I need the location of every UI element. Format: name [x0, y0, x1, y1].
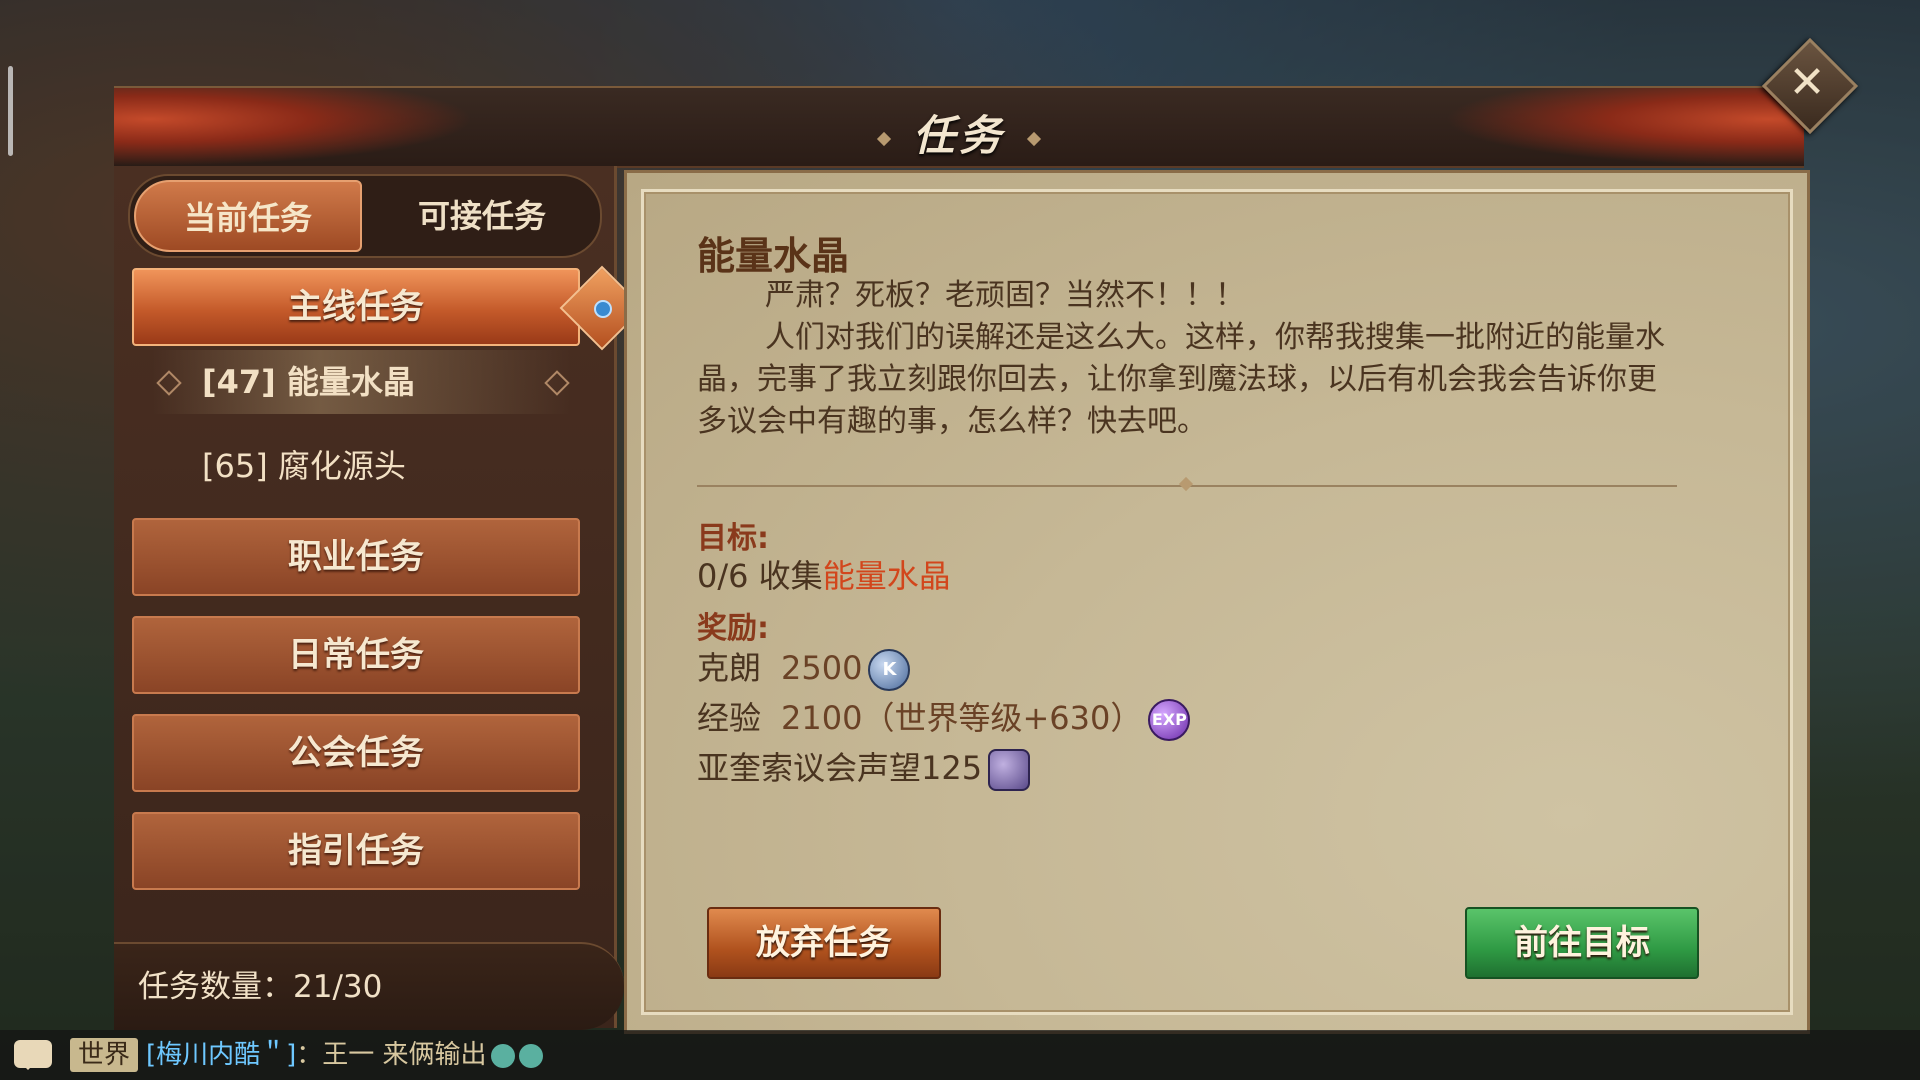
reward-value: 125	[921, 749, 983, 787]
objective-progress: 0/6 收集	[697, 557, 823, 595]
quest-description: 严肃？死板？老顽固？当然不！！！ 人们对我们的误解还是这么大。这样，你帮我搜集一…	[697, 275, 1677, 443]
close-icon[interactable]: ✕	[1776, 52, 1838, 114]
title-diamond-right-icon	[1026, 131, 1042, 146]
tab-available-quests[interactable]: 可接任务	[368, 180, 596, 252]
emote-icon	[518, 1043, 543, 1068]
quest-item-energy-crystal[interactable]: [47] 能量水晶	[152, 350, 572, 414]
quest-item-corruption-source[interactable]: [65] 腐化源头	[152, 434, 572, 498]
goto-target-button[interactable]: 前往目标	[1465, 907, 1699, 979]
reward-value: 2500	[781, 649, 863, 687]
tab-bar: 当前任务 可接任务	[128, 174, 602, 258]
reward-reputation: 亚奎索议会声望125	[697, 743, 1031, 791]
chat-channel-badge: 世界	[70, 1038, 139, 1072]
category-guild-quests[interactable]: 公会任务	[132, 714, 580, 792]
chat-bubble-icon[interactable]	[14, 1040, 52, 1070]
krona-coin-icon: K	[868, 649, 911, 691]
reward-krona: 克朗 2500 K	[697, 643, 911, 691]
quest-item-label: [47] 能量水晶	[202, 363, 415, 401]
title-bar: 任务	[114, 86, 1804, 168]
abandon-quest-button[interactable]: 放弃任务	[707, 907, 941, 979]
chat-text: ：王一 来俩输出	[296, 1040, 487, 1070]
reward-value: 2100（世界等级+630）	[781, 699, 1143, 737]
quest-list-panel: 当前任务 可接任务 主线任务 [47] 能量水晶 [65] 腐化源头 职业任务 …	[114, 166, 645, 1028]
window-title: 任务	[114, 102, 1804, 163]
reward-label: 奖励:	[697, 611, 769, 646]
chat-sender[interactable]: [梅川内酷＂]	[146, 1040, 296, 1070]
category-main-quests[interactable]: 主线任务	[132, 268, 580, 346]
reward-exp: 经验 2100（世界等级+630） EXP	[697, 693, 1191, 741]
quest-count: 任务数量：21/30	[138, 969, 383, 1005]
tab-current-quests[interactable]: 当前任务	[134, 180, 362, 252]
category-class-quests[interactable]: 职业任务	[132, 518, 580, 596]
emote-icon	[490, 1043, 515, 1068]
quest-count-bar: 任务数量：21/30	[114, 942, 624, 1030]
diamond-ornament-icon	[156, 370, 182, 396]
title-diamond-left-icon	[876, 131, 892, 146]
chat-message: [梅川内酷＂]：王一 来俩输出	[146, 1030, 543, 1080]
description-line: 严肃？死板？老顽固？当然不！！！	[765, 278, 1245, 313]
chat-bar[interactable]: 世界 [梅川内酷＂]：王一 来俩输出	[0, 1030, 1920, 1080]
quest-category-list: 主线任务 [47] 能量水晶 [65] 腐化源头 职业任务 日常任务 公会任务 …	[132, 265, 645, 908]
category-daily-quests[interactable]: 日常任务	[132, 616, 580, 694]
exp-icon: EXP	[1148, 699, 1191, 741]
category-guide-quests[interactable]: 指引任务	[132, 812, 580, 890]
window-title-text: 任务	[912, 111, 1005, 160]
quest-title: 能量水晶	[697, 234, 850, 278]
description-paragraph: 人们对我们的误解还是这么大。这样，你帮我搜集一批附近的能量水晶，完事了我立刻跟你…	[697, 320, 1665, 439]
screen-edge-indicator	[8, 66, 13, 156]
quest-window: 任务 当前任务 可接任务 主线任务 [47] 能量水晶 [65] 腐化源头 职业…	[114, 86, 1810, 1034]
reward-name: 经验	[697, 699, 762, 737]
objective-line: 0/6 收集能量水晶	[697, 551, 951, 597]
category-gem-icon	[594, 300, 612, 318]
reputation-icon	[988, 749, 1031, 791]
diamond-ornament-icon	[544, 370, 570, 396]
reward-name: 克朗	[697, 649, 762, 687]
quest-detail-panel: 能量水晶 严肃？死板？老顽固？当然不！！！ 人们对我们的误解还是这么大。这样，你…	[624, 170, 1810, 1034]
objective-target: 能量水晶	[822, 557, 951, 595]
reward-name: 亚奎索议会声望	[697, 749, 922, 787]
